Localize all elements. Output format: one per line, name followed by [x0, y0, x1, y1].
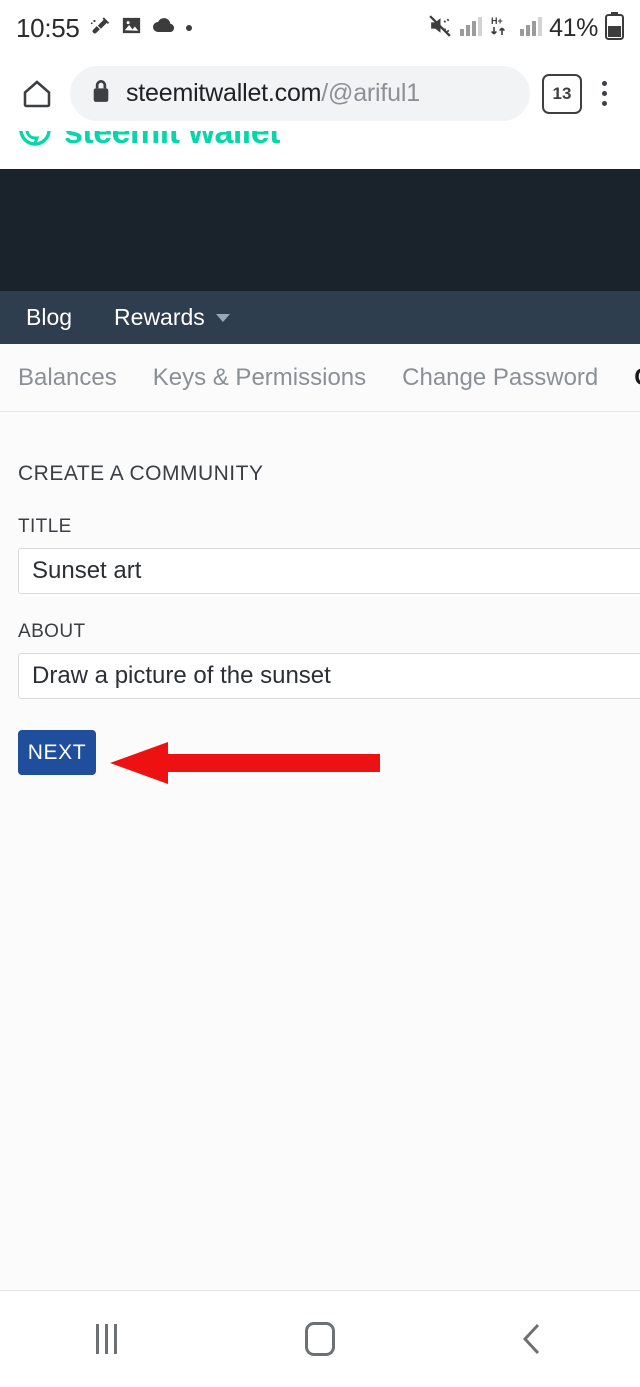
- cleaner-icon: [89, 15, 111, 42]
- signal-bars-icon-2: [520, 16, 543, 41]
- tab-switcher-button[interactable]: 13: [542, 73, 582, 114]
- next-button[interactable]: NEXT: [18, 730, 96, 775]
- status-time: 10:55: [16, 12, 80, 43]
- android-navigation-bar: [0, 1290, 640, 1387]
- nav-item-blog[interactable]: Blog: [26, 304, 72, 331]
- web-page-content: steemit wallet ariful19: [0, 131, 640, 775]
- create-community-form: CREATE A COMMUNITY TITLE Sunset art ABOU…: [0, 412, 640, 775]
- status-bar-right: H+ 41%: [428, 11, 624, 45]
- steemit-logo-icon: [18, 131, 52, 152]
- url-path: /@ariful1: [321, 79, 420, 107]
- photo-icon: [120, 14, 143, 42]
- site-nav: Blog Rewards: [0, 291, 640, 344]
- three-dot-menu-icon[interactable]: [582, 72, 626, 116]
- browser-toolbar: steemitwallet.com/@ariful1 13: [0, 56, 640, 131]
- tab-communities[interactable]: Communi: [634, 364, 640, 392]
- phone-screen: 10:55 H+ 41% steemitwallet.com/@ariful1 …: [0, 0, 640, 1387]
- lock-icon: [90, 79, 112, 109]
- tab-keys-permissions[interactable]: Keys & Permissions: [153, 364, 366, 392]
- profile-banner: ariful19 Joined January 20: [0, 169, 640, 291]
- battery-icon: [605, 11, 624, 45]
- battery-percent: 41%: [549, 13, 598, 42]
- recents-icon[interactable]: [0, 1291, 213, 1387]
- tab-balances[interactable]: Balances: [18, 364, 117, 392]
- page-title: CREATE A COMMUNITY: [18, 462, 264, 485]
- settings-tabs: Balances Keys & Permissions Change Passw…: [0, 344, 640, 412]
- steemit-wallet-logo[interactable]: steemit wallet: [18, 131, 280, 152]
- mute-vibrate-icon: [428, 13, 453, 43]
- web-page-viewport: steemit wallet ariful19: [0, 131, 640, 1290]
- svg-text:H+: H+: [491, 16, 503, 26]
- site-logo-text: steemit wallet: [64, 131, 280, 151]
- title-input[interactable]: Sunset art: [18, 548, 640, 594]
- status-bar-left: 10:55: [16, 13, 193, 44]
- red-left-arrow-annotation: [110, 742, 380, 789]
- title-label: TITLE: [18, 516, 72, 537]
- about-label: ABOUT: [18, 621, 86, 642]
- address-bar[interactable]: steemitwallet.com/@ariful1: [70, 66, 530, 121]
- nav-item-blog-label: Blog: [26, 304, 73, 330]
- back-icon[interactable]: [427, 1291, 640, 1387]
- url-text: steemitwallet.com/@ariful1: [126, 79, 420, 108]
- url-domain: steemitwallet.com: [126, 79, 322, 107]
- tab-change-password[interactable]: Change Password: [402, 364, 598, 392]
- cloud-icon: [152, 17, 176, 40]
- nav-item-rewards[interactable]: Rewards: [114, 304, 230, 331]
- dot-icon: [185, 19, 193, 37]
- home-icon-android[interactable]: [213, 1291, 426, 1387]
- chevron-down-icon: [215, 313, 230, 322]
- status-bar: 10:55 H+ 41%: [0, 0, 640, 56]
- nav-item-rewards-label: Rewards: [114, 304, 205, 330]
- home-icon[interactable]: [14, 71, 60, 117]
- site-header: steemit wallet: [0, 131, 640, 169]
- hplus-data-icon: H+: [489, 14, 513, 43]
- signal-bars-icon: [460, 16, 483, 41]
- about-input[interactable]: Draw a picture of the sunset: [18, 653, 640, 699]
